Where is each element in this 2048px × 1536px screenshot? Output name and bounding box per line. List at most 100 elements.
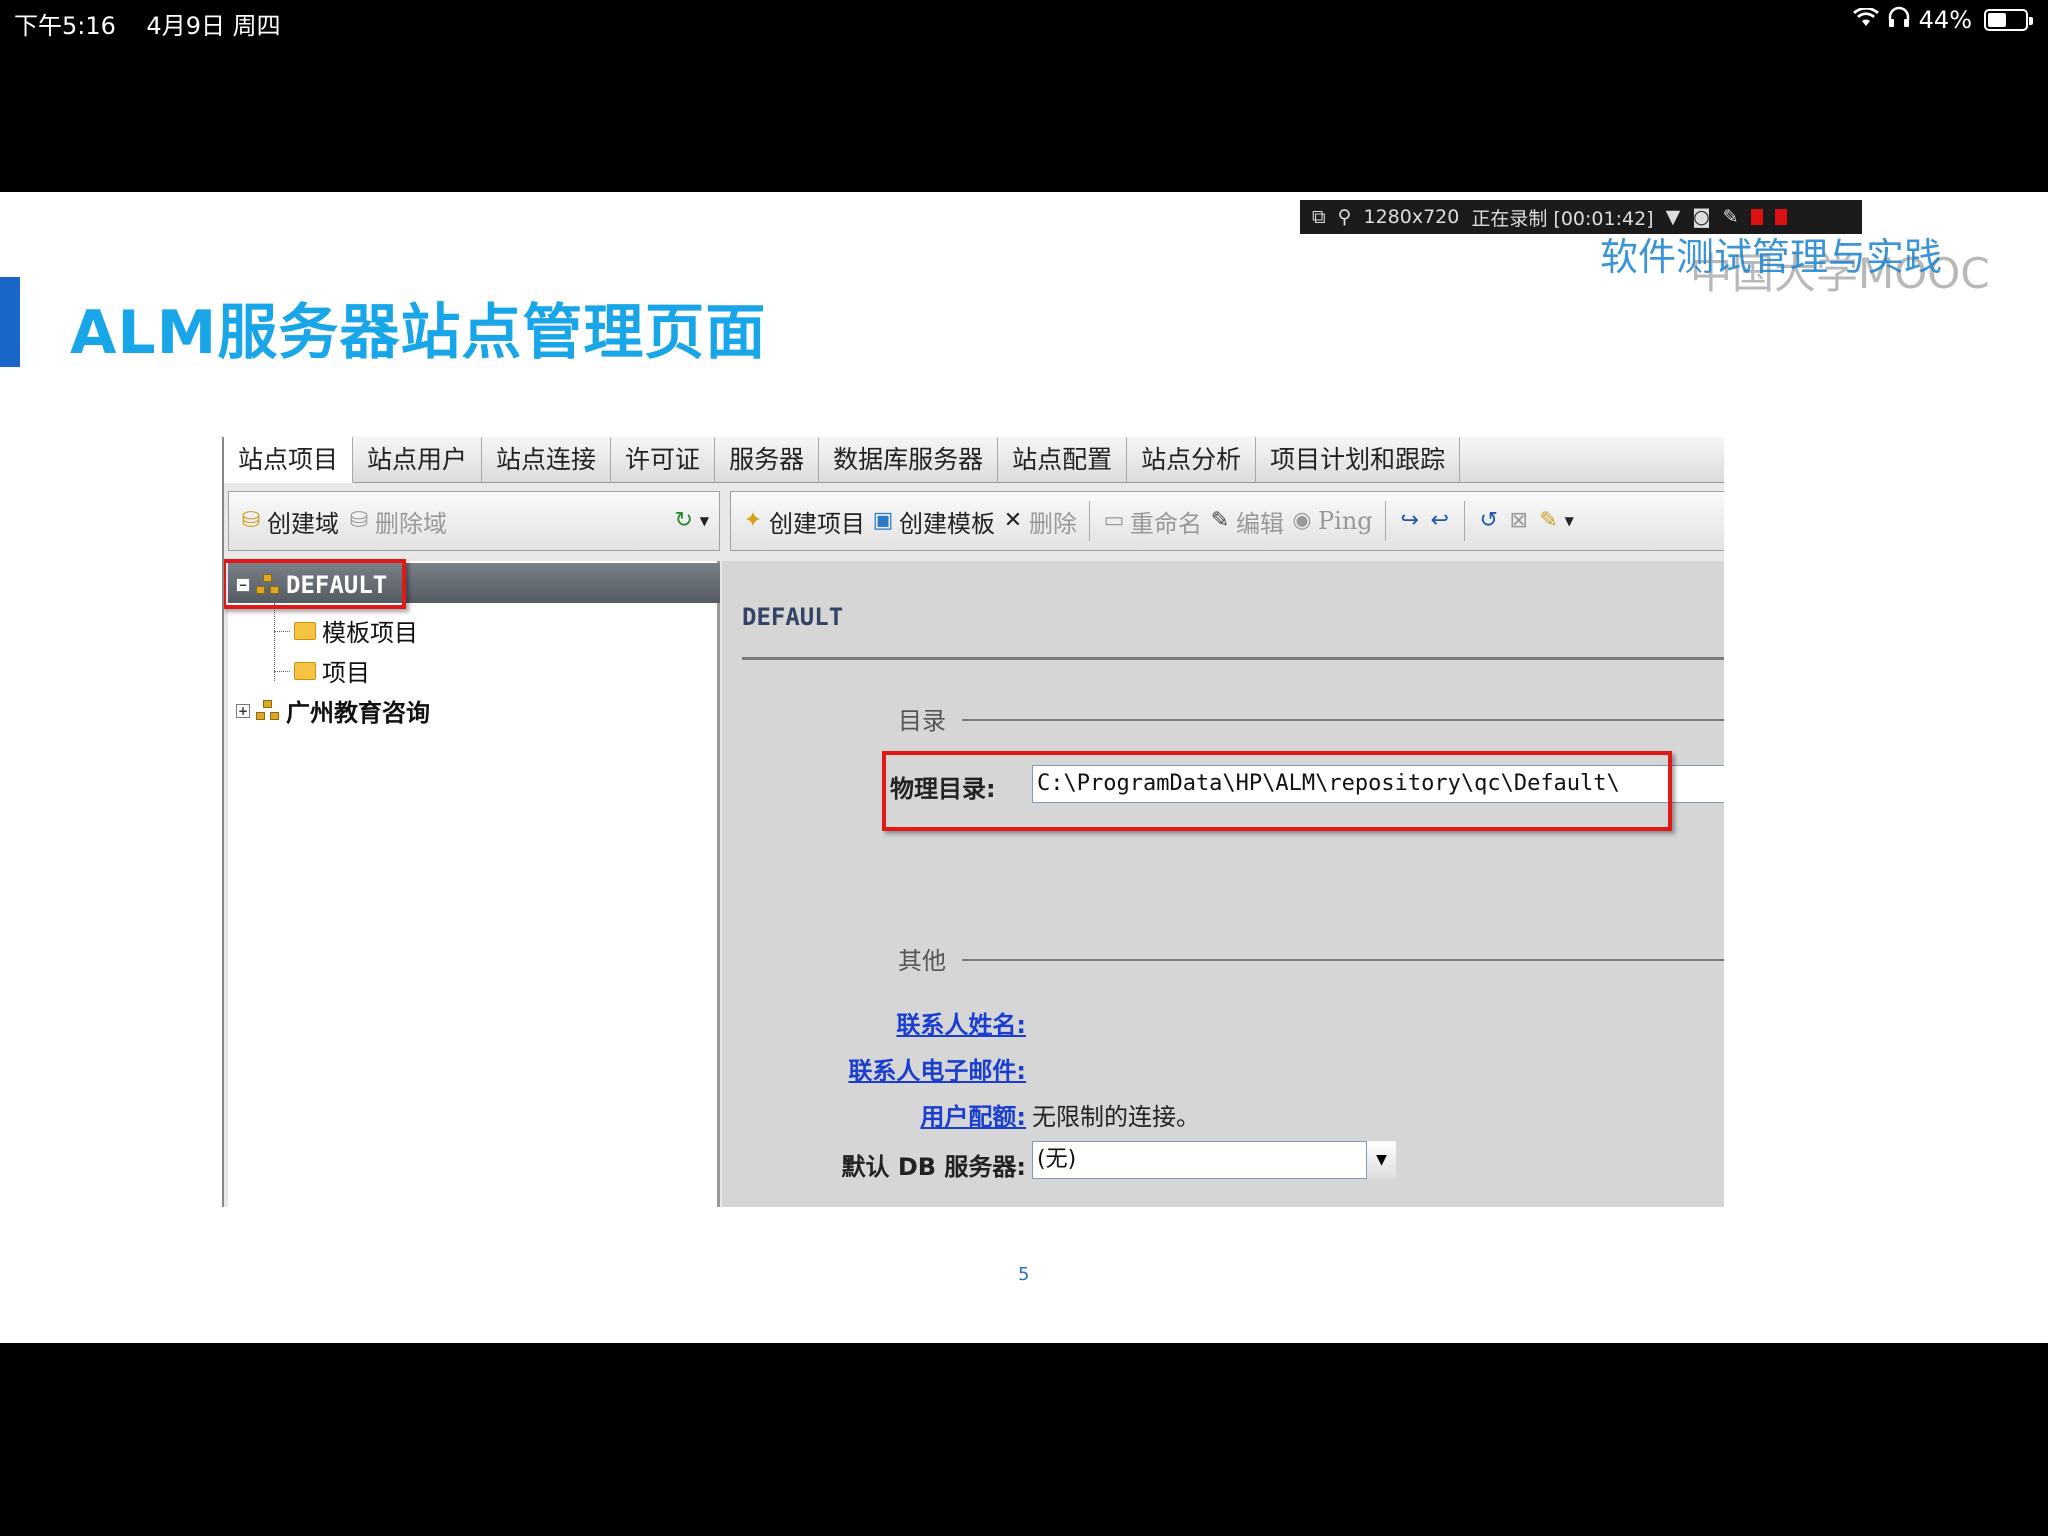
create-template-button[interactable]: ▣ 创建模板 [871,504,995,539]
slide: ALM服务器站点管理页面 ⧉ ⚲ 1280x720 正在录制 [00:01:42… [0,192,2048,1343]
toolbar-divider [1089,501,1090,541]
domain-detail-panel: DEFAULT 目录 物理目录: C:\ProgramData\HP\ALM\r… [722,561,1724,1207]
tab-site-analysis[interactable]: 站点分析 [1127,437,1257,483]
expand-icon[interactable]: + [236,703,250,718]
back-button[interactable]: ↩ [1428,509,1452,533]
create-domain-button[interactable]: ⛁ 创建域 [239,504,339,539]
arrow-right-icon: ↪ [1400,508,1419,533]
folder-icon [294,621,316,640]
slide-title: ALM服务器站点管理页面 [70,298,767,368]
undo-button[interactable]: ↺ [1477,509,1501,533]
section-directory-label: 目录 [898,707,946,735]
tree-connector [274,631,290,632]
clear-icon: ⊠ [1509,508,1528,533]
tab-site-connections[interactable]: 站点连接 [482,437,612,483]
delete-button[interactable]: ✕ 删除 [1001,504,1077,539]
wifi-icon [1852,6,1879,34]
contact-email-link[interactable]: 联系人电子邮件: [848,1051,1026,1086]
tree-connector [274,671,290,672]
tree-node-guangzhou[interactable]: + 广州教育咨询 [236,693,430,728]
page-number: 5 [1018,1264,1030,1285]
tree-node-guangzhou-label: 广州教育咨询 [286,699,430,727]
ping-label: Ping [1318,507,1373,535]
arrow-left-icon: ↩ [1430,508,1449,533]
edit-label: 编辑 [1236,509,1284,538]
camera-icon[interactable]: ◙ [1692,206,1710,228]
tree-connector [274,603,275,681]
delete-label: 删除 [1029,509,1077,538]
status-right: 44% [1852,6,2033,34]
toolbar-divider [1384,501,1386,541]
tools-button[interactable]: ✎ ▼ [1537,508,1574,533]
domain-toolbar: ⛁ 创建域 ⛁ 删除域 ↻ ▼ [228,491,720,551]
default-db-select[interactable]: (无) [1032,1141,1396,1179]
tree-node-template-projects[interactable]: 模板项目 [294,613,418,648]
headphones-icon [1887,6,1911,34]
default-db-label: 默认 DB 服务器: [841,1153,1026,1181]
contact-name-link[interactable]: 联系人姓名: [896,1005,1026,1040]
forward-button[interactable]: ↪ [1398,509,1422,533]
folder-icon [294,661,316,680]
user-quota-link[interactable]: 用户配额: [920,1097,1026,1132]
section-directory-rule [962,719,1724,721]
tab-licenses[interactable]: 许可证 [611,437,716,483]
window-icon[interactable]: ⧉ [1312,206,1326,228]
status-bar: 下午5:16 4月9日 周四 44% [0,0,2048,42]
status-time-date: 下午5:16 4月9日 周四 [14,6,281,41]
domain-tree: − DEFAULT 模板项目 项目 + 广州教育咨询 [224,559,720,1207]
highlight-box-default [224,559,406,609]
create-project-label: 创建项目 [769,509,865,538]
create-project-button[interactable]: ✦ 创建项目 [741,504,865,539]
detail-header: DEFAULT [742,603,844,631]
pen-icon[interactable]: ✎ [1723,206,1739,228]
ping-icon: ◉ [1292,508,1312,533]
tab-strip: 站点项目 站点用户 站点连接 许可证 服务器 数据库服务器 站点配置 站点分析 … [224,437,1724,483]
status-date: 4月9日 周四 [146,12,281,40]
dropdown-arrow-icon: ▼ [699,514,709,528]
tab-site-users[interactable]: 站点用户 [353,437,483,483]
create-template-label: 创建模板 [899,509,995,538]
status-time: 下午5:16 [14,12,116,40]
stop-icon[interactable] [1774,209,1787,225]
create-template-icon: ▣ [872,508,894,533]
create-domain-label: 创建域 [267,509,339,538]
tab-db-servers[interactable]: 数据库服务器 [819,437,999,483]
delete-domain-icon: ⛁ [349,508,369,533]
refresh-icon: ↻ [674,508,693,533]
pause-icon[interactable] [1750,209,1763,225]
toolbar-divider [1463,501,1465,541]
delete-icon: ✕ [1003,508,1023,533]
tab-project-planning[interactable]: 项目计划和跟踪 [1256,437,1461,483]
tree-node-projects-label: 项目 [322,659,370,687]
chevron-down-icon[interactable]: ▼ [1366,1141,1396,1179]
create-domain-icon: ⛁ [241,508,261,533]
edit-button[interactable]: ✎ 编辑 [1208,504,1284,539]
rename-label: 重命名 [1130,509,1202,538]
highlight-box-physical-dir [882,751,1672,831]
chevron-down-icon[interactable]: ▼ [1666,206,1681,228]
tab-servers[interactable]: 服务器 [715,437,820,483]
delete-domain-label: 删除域 [375,509,447,538]
ping-button[interactable]: ◉ Ping [1290,507,1373,535]
user-quota-value: 无限制的连接。 [1032,1103,1200,1131]
pencil-icon: ✎ [1210,508,1230,533]
refresh-button[interactable]: ↻ ▼ [672,509,709,533]
rename-icon: ▭ [1103,508,1125,533]
search-icon[interactable]: ⚲ [1338,206,1352,228]
project-toolbar: ✦ 创建项目 ▣ 创建模板 ✕ 删除 ▭ 重命名 ✎ 编辑 ◉ Ping ↪ ↩… [730,491,1724,551]
tools-icon: ✎ [1539,508,1558,533]
undo-icon: ↺ [1479,508,1498,533]
watermark-course: 软件测试管理与实践 [1600,235,1943,279]
battery-icon [1984,9,2033,31]
dropdown-arrow-icon: ▼ [1564,514,1574,528]
rename-button[interactable]: ▭ 重命名 [1102,504,1202,539]
header-divider [742,657,1724,660]
recorder-resolution: 1280x720 [1363,206,1460,228]
tab-site-config[interactable]: 站点配置 [998,437,1128,483]
tab-site-projects[interactable]: 站点项目 [224,437,354,483]
domain-icon [256,699,280,722]
section-other-label: 其他 [898,947,946,975]
clear-button[interactable]: ⊠ [1507,509,1531,533]
tree-node-projects[interactable]: 项目 [294,653,370,688]
delete-domain-button[interactable]: ⛁ 删除域 [347,504,447,539]
